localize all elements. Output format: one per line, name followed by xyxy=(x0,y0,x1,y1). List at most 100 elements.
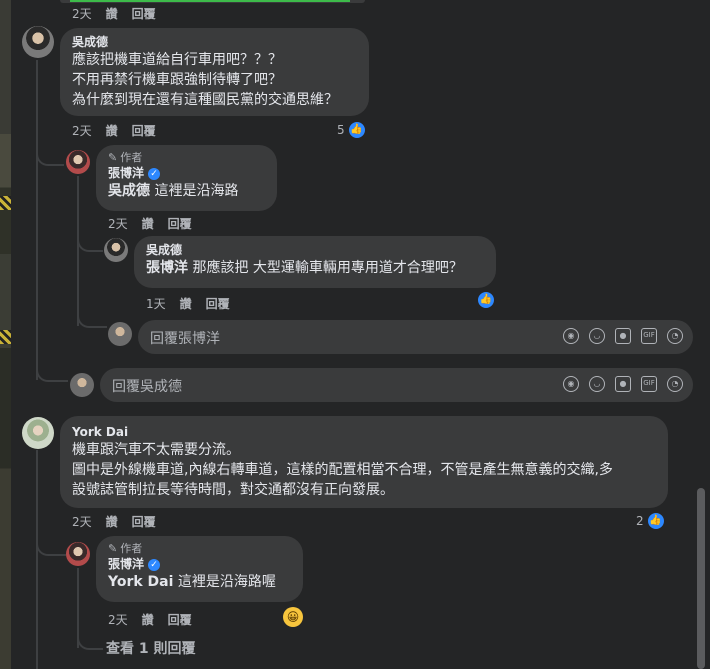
mention-tag[interactable]: 吳成德 xyxy=(108,183,150,199)
thread-connector xyxy=(77,634,103,650)
reply-author[interactable]: 吳成德 xyxy=(146,242,484,258)
avatar[interactable] xyxy=(22,26,54,58)
comment-line: 為什麼到現在還有這種國民黨的交通思維？ xyxy=(72,92,338,108)
thread-connector xyxy=(77,236,103,252)
reply-link[interactable]: 回覆 xyxy=(206,295,230,312)
reply-input-placeholder: 回覆吳成德 xyxy=(112,379,182,395)
thread-line xyxy=(77,176,79,326)
thumbs-up-icon: 👍 xyxy=(346,120,367,140)
time-label[interactable]: 2天 xyxy=(72,122,92,139)
mention-tag[interactable]: York Dai xyxy=(108,574,173,590)
emoji-icon[interactable]: ◡ xyxy=(589,328,605,344)
thumbs-up-icon: 👍 xyxy=(476,290,496,310)
time-label[interactable]: 1天 xyxy=(146,295,166,312)
reply-link[interactable]: 回覆 xyxy=(168,215,192,232)
pencil-icon: ✎ xyxy=(108,151,118,164)
current-user-avatar[interactable] xyxy=(70,373,94,397)
sticker-icon[interactable]: ◔ xyxy=(667,328,683,344)
reply-author[interactable]: 張博洋 ✓ xyxy=(108,556,291,572)
time-label[interactable]: 2天 xyxy=(72,5,92,22)
thread-line xyxy=(36,60,38,380)
time-label[interactable]: 2天 xyxy=(108,215,128,232)
background-image-edge xyxy=(0,0,11,669)
comment-author[interactable]: York Dai xyxy=(72,424,656,440)
reply-author-name[interactable]: 張博洋 xyxy=(108,557,144,571)
comment-line: 機車跟汽車不太需要分流。 xyxy=(72,442,240,458)
avatar-sticker-icon[interactable]: ◉ xyxy=(563,328,579,344)
comment-line: 不用再禁行機車跟強制待轉了吧？ xyxy=(72,72,282,88)
like-link[interactable]: 讚 xyxy=(106,122,118,139)
comment-line: 應該把機車道給自行車用吧？？？ xyxy=(72,52,282,68)
time-label[interactable]: 2天 xyxy=(72,513,92,530)
reaction-count[interactable]: 5 👍 xyxy=(337,120,367,140)
comment-line: 設號誌管制拉長等待時間，對交通都沒有正向發展。 xyxy=(72,482,394,498)
gif-icon[interactable]: GIF xyxy=(641,376,657,392)
view-more-replies-link[interactable]: 查看 1 則回覆 xyxy=(106,638,196,658)
author-badge-label: 作者 xyxy=(120,151,143,164)
current-user-avatar[interactable] xyxy=(108,322,132,346)
like-link[interactable]: 讚 xyxy=(142,611,154,628)
reply-tools: ◉ ◡ ● GIF ◔ xyxy=(563,328,683,344)
avatar[interactable] xyxy=(104,238,128,262)
reply-link[interactable]: 回覆 xyxy=(132,122,156,139)
reply-bubble: ✎ 作者 張博洋 ✓ 吳成德 這裡是沿海路￼ xyxy=(96,145,277,211)
like-link[interactable]: 讚 xyxy=(106,5,118,22)
camera-icon[interactable]: ● xyxy=(615,376,631,392)
reply-actions: 2天 讚 回覆 xyxy=(108,215,206,232)
reply-text: 這裡是沿海路￼ xyxy=(154,183,239,199)
sticker-icon[interactable]: ◔ xyxy=(667,376,683,392)
verified-icon: ✓ xyxy=(148,167,161,180)
reply-input[interactable]: 回覆張博洋 ◉ ◡ ● GIF ◔ xyxy=(138,320,693,354)
thumbs-up-icon: 👍 xyxy=(645,511,666,531)
reply-actions: 2天 讚 回覆 xyxy=(108,611,206,628)
camera-icon[interactable]: ● xyxy=(615,328,631,344)
reply-link[interactable]: 回覆 xyxy=(132,513,156,530)
comment-bubble: 吳成德 應該把機車道給自行車用吧？？？ 不用再禁行機車跟強制待轉了吧？ 為什麼到… xyxy=(60,28,369,116)
reply-link[interactable]: 回覆 xyxy=(132,5,156,22)
author-badge: ✎ 作者 xyxy=(108,542,291,556)
thread-connector xyxy=(77,312,107,328)
reply-bubble: ✎ 作者 張博洋 ✓ York Dai 這裡是沿海路喔￼ xyxy=(96,536,303,602)
like-count: 2 xyxy=(636,514,644,528)
reaction-count[interactable]: 2 👍 xyxy=(636,511,666,531)
reply-author[interactable]: 張博洋 ✓ xyxy=(108,165,265,181)
comment-line: 圖中是外線機車道,內線右轉車道，這樣的配置相當不合理，不管是產生無意義的交織,多 xyxy=(72,462,613,478)
thread-connector xyxy=(36,150,64,166)
mention-tag[interactable]: 張博洋 xyxy=(146,260,188,276)
comment-bubble: York Dai 機車跟汽車不太需要分流。 圖中是外線機車道,內線右轉車道，這樣… xyxy=(60,416,668,508)
avatar[interactable] xyxy=(66,150,90,174)
reply-input[interactable]: 回覆吳成德 ◉ ◡ ● GIF ◔ xyxy=(100,368,693,402)
like-link[interactable]: 讚 xyxy=(142,215,154,232)
reaction-count[interactable]: 👍 xyxy=(474,290,496,310)
comment-actions: 2天 讚 回覆 xyxy=(72,513,170,530)
pencil-icon: ✎ xyxy=(108,542,118,555)
comment-actions: 2天 讚 回覆 xyxy=(72,122,170,139)
like-count: 5 xyxy=(337,123,345,137)
reply-text: 這裡是沿海路喔￼ xyxy=(177,574,276,590)
author-badge: ✎ 作者 xyxy=(108,151,265,165)
reply-input-placeholder: 回覆張博洋 xyxy=(150,331,220,347)
like-link[interactable]: 讚 xyxy=(106,513,118,530)
grinning-emoji-icon[interactable]: 😀 xyxy=(283,607,303,627)
time-label[interactable]: 2天 xyxy=(108,611,128,628)
avatar[interactable] xyxy=(66,542,90,566)
reply-text: 那應該把 大型運輸車輛用專用道才合理吧？ xyxy=(192,260,463,276)
reply-tools: ◉ ◡ ● GIF ◔ xyxy=(563,376,683,392)
comment-author[interactable]: 吳成德 xyxy=(72,34,357,50)
thread-connector xyxy=(36,366,68,382)
hatch-pattern xyxy=(0,196,11,210)
scrollbar[interactable] xyxy=(697,488,705,669)
author-badge-label: 作者 xyxy=(120,542,143,555)
emoji-icon[interactable]: ◡ xyxy=(589,376,605,392)
reply-actions: 1天 讚 回覆 xyxy=(146,295,244,312)
previous-comment-accent xyxy=(70,0,350,2)
reply-author-name[interactable]: 張博洋 xyxy=(108,166,144,180)
avatar[interactable] xyxy=(22,417,54,449)
verified-icon: ✓ xyxy=(148,558,161,571)
like-link[interactable]: 讚 xyxy=(180,295,192,312)
gif-icon[interactable]: GIF xyxy=(641,328,657,344)
reply-link[interactable]: 回覆 xyxy=(168,611,192,628)
reply-bubble: 吳成德 張博洋 那應該把 大型運輸車輛用專用道才合理吧？ xyxy=(134,236,496,288)
avatar-sticker-icon[interactable]: ◉ xyxy=(563,376,579,392)
thread-line xyxy=(36,450,38,669)
